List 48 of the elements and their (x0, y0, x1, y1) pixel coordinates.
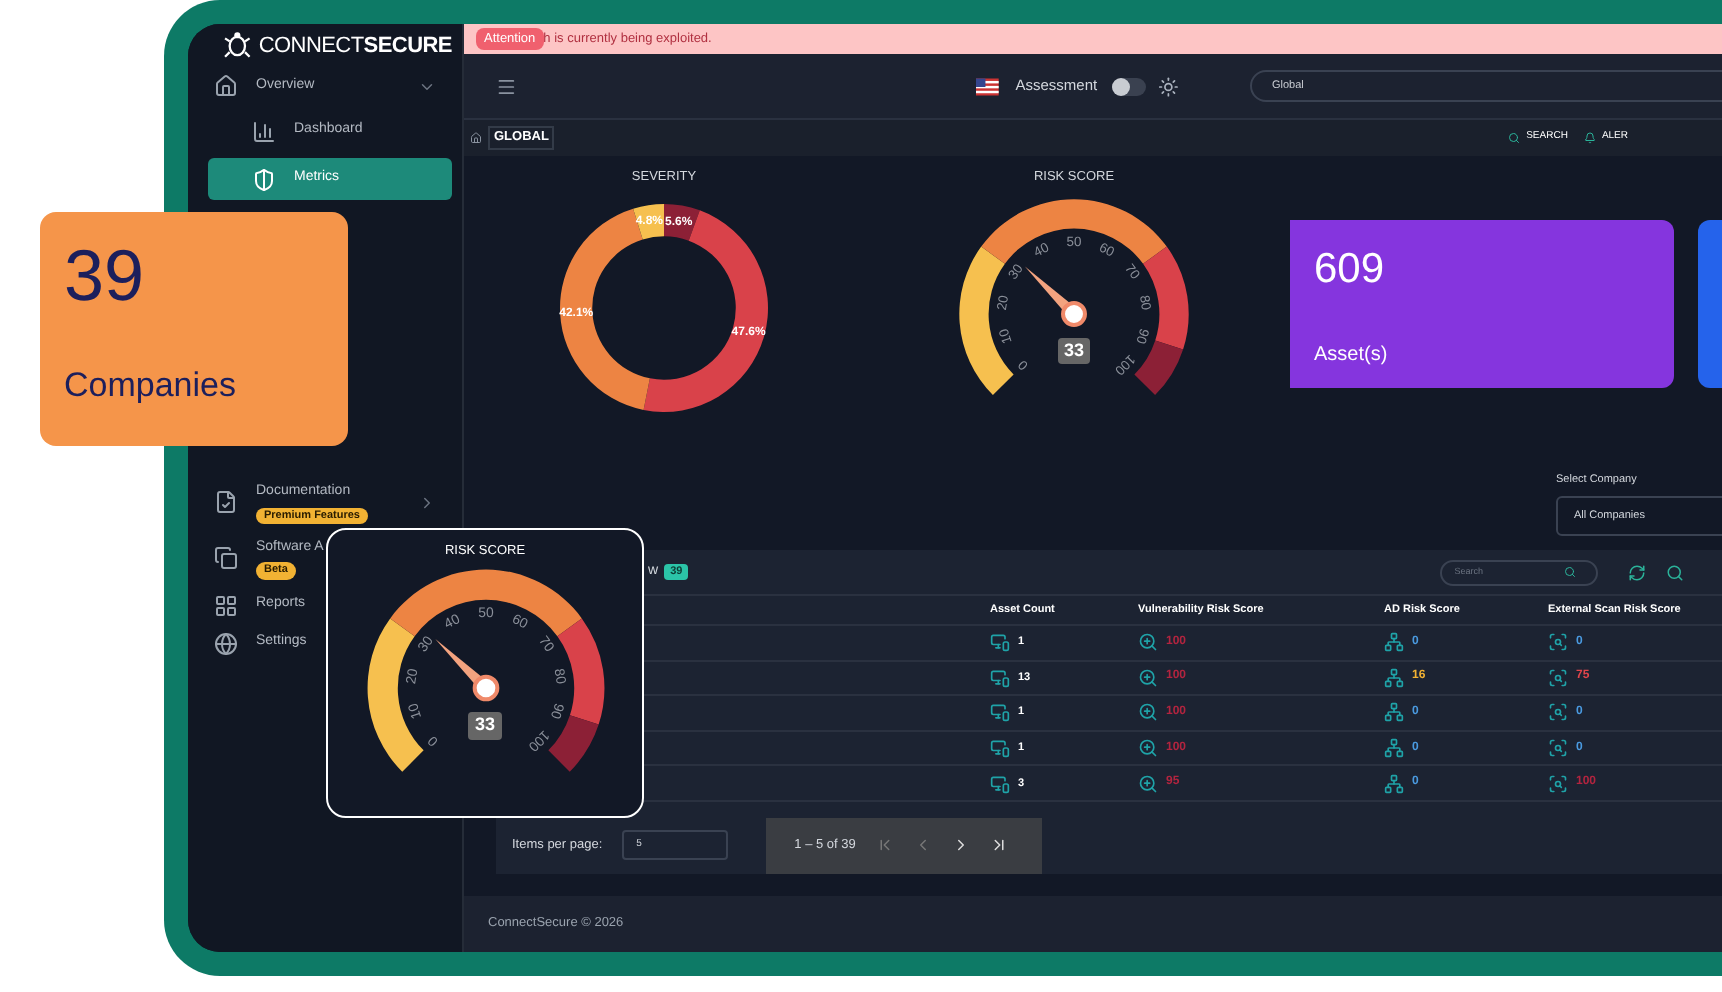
score-icon (1548, 632, 1568, 653)
devices-icon (990, 738, 1010, 759)
bell-icon[interactable] (1583, 132, 1596, 144)
menu-icon[interactable] (496, 75, 517, 97)
score-icon (1548, 773, 1568, 794)
nav-icon (252, 119, 276, 143)
flag-icon (976, 77, 1000, 95)
search-icon[interactable] (1564, 566, 1577, 579)
last-page-icon[interactable] (989, 836, 1008, 855)
nav-icon (214, 490, 238, 515)
refresh-icon[interactable] (1628, 563, 1647, 582)
devices-icon (990, 632, 1010, 653)
gauge-reading: 33 (468, 712, 501, 740)
score-icon (1138, 667, 1158, 688)
nav-icon (214, 631, 238, 655)
gauge-reading: 33 (1057, 337, 1090, 365)
score-icon (1548, 738, 1568, 759)
score-icon (1138, 773, 1158, 794)
search-icon[interactable] (1508, 132, 1521, 144)
asset-count: 609 (1314, 244, 1387, 296)
companies-count: 39 (64, 240, 147, 312)
score-icon (1384, 773, 1404, 794)
asset-label: Asset(s) (1314, 342, 1390, 370)
score-icon (1548, 702, 1568, 723)
score-icon (1138, 738, 1158, 759)
nav-icon (252, 167, 276, 191)
gauge-hub (1061, 300, 1087, 327)
score-icon (1138, 632, 1158, 653)
home-icon[interactable] (470, 132, 482, 144)
gauge-hub (471, 674, 499, 701)
devices-icon (990, 702, 1010, 723)
logo-text: CONNECTSECURE (258, 31, 452, 62)
score-icon (1384, 632, 1404, 653)
companies-label: Companies (64, 363, 238, 407)
score-icon (1548, 667, 1568, 688)
score-icon (1384, 738, 1404, 759)
nav-icon (214, 74, 238, 98)
devices-icon (990, 773, 1010, 794)
first-page-icon[interactable] (875, 836, 894, 855)
sun-icon[interactable] (1157, 75, 1178, 97)
mode-toggle[interactable] (1111, 77, 1146, 95)
score-icon (1384, 667, 1404, 688)
nav-icon (214, 546, 238, 571)
score-icon (1384, 702, 1404, 723)
devices-icon (990, 667, 1010, 688)
nav-icon (214, 593, 238, 617)
score-icon (1138, 702, 1158, 723)
search-icon[interactable] (1666, 563, 1685, 582)
